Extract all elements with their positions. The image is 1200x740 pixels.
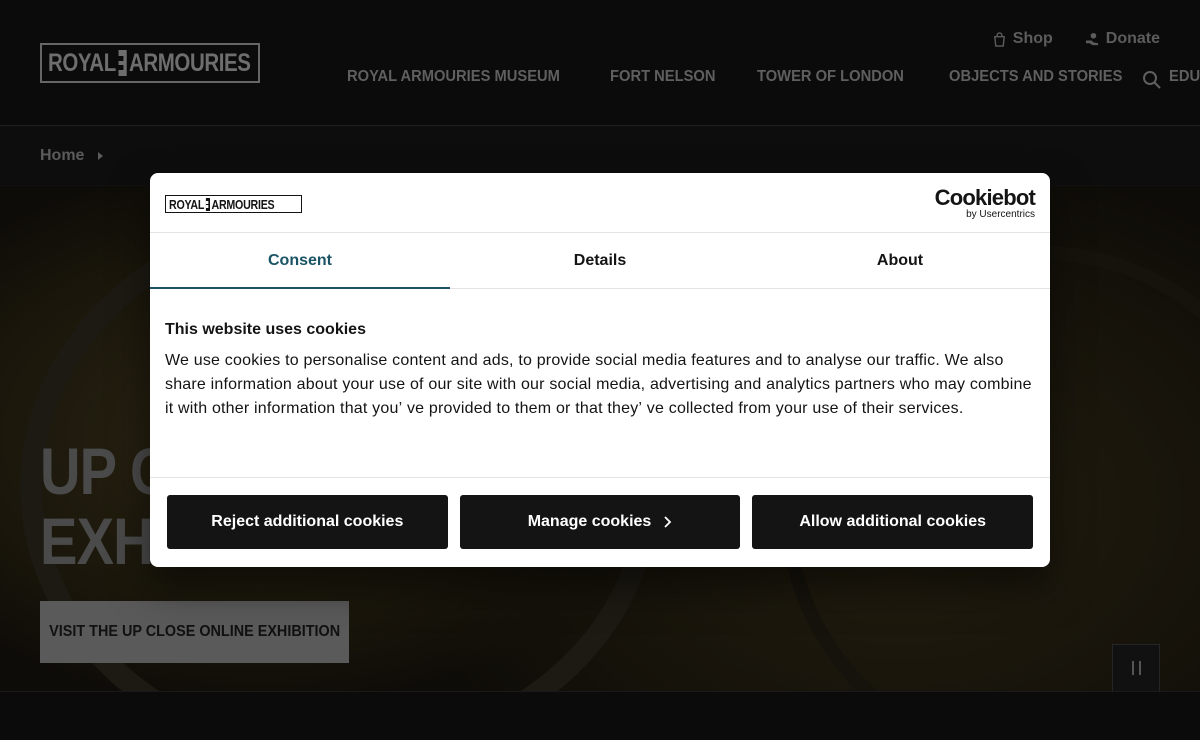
reject-cookies-button[interactable]: Reject additional cookies (167, 495, 448, 549)
site-header: ROYAL ARMOURIES Shop Donate ROYAL ARMOUR… (0, 0, 1200, 126)
donate-label: Donate (1105, 30, 1160, 47)
donate-hand-icon (1085, 32, 1098, 45)
cookiebot-logo[interactable]: Cookiebot by Usercentrics (934, 185, 1036, 221)
nav-item-tower-of-london[interactable]: TOWER OF LONDON (757, 68, 904, 86)
cookie-consent-dialog: ROYAL ARMOURIES Cookiebot by Usercentric… (150, 173, 1050, 567)
hero-cta-button[interactable]: VISIT THE UP CLOSE ONLINE EXHIBITION (40, 601, 349, 663)
dialog-logo-text-right: ARMOURIES (211, 196, 275, 212)
reject-cookies-label: Reject additional cookies (211, 513, 404, 530)
shop-link[interactable]: Shop (992, 30, 1053, 48)
dialog-logo-text-left: ROYAL (169, 196, 205, 212)
nav-item-royal-armouries-museum[interactable]: ROYAL ARMOURIES MUSEUM (347, 68, 560, 86)
pause-icon (1131, 661, 1134, 675)
cookiebot-brand-sub: by Usercentrics (966, 209, 1035, 220)
allow-cookies-label: Allow additional cookies (799, 513, 987, 530)
dialog-royal-armouries-logo: ROYAL ARMOURIES (165, 195, 302, 213)
utility-nav: Shop Donate (992, 30, 1160, 48)
logo-separator-icon (118, 50, 127, 76)
nav-item-education[interactable]: EDUCATION (1169, 68, 1200, 86)
page-footer-strip (0, 691, 1200, 740)
main-nav: ROYAL ARMOURIES MUSEUM FORT NELSON TOWER… (347, 68, 1200, 86)
tab-consent[interactable]: Consent (150, 233, 450, 289)
nav-item-fort-nelson[interactable]: FORT NELSON (610, 68, 715, 86)
cookiebot-brand: Cookiebot (934, 185, 1036, 210)
dialog-heading: This website uses cookies (165, 321, 366, 338)
carousel-pause-button[interactable] (1112, 644, 1160, 691)
logo-text-right: ARMOURIES (128, 48, 251, 77)
dialog-tabs: Consent Details About (150, 233, 1050, 289)
shop-label: Shop (1012, 30, 1053, 47)
breadcrumb-home[interactable]: Home (40, 147, 84, 165)
breadcrumb-caret-icon (98, 152, 104, 160)
hero-cta-label: VISIT THE UP CLOSE ONLINE EXHIBITION (49, 623, 340, 640)
tab-details[interactable]: Details (450, 233, 750, 288)
manage-cookies-button[interactable]: Manage cookies (459, 495, 741, 549)
shopping-bag-icon (993, 31, 1005, 47)
dialog-header: ROYAL ARMOURIES Cookiebot by Usercentric… (150, 173, 1050, 233)
tab-about[interactable]: About (750, 233, 1050, 288)
dialog-actions: Reject additional cookies Manage cookies… (150, 478, 1050, 549)
pause-icon (1138, 661, 1141, 675)
royal-armouries-logo[interactable]: ROYAL ARMOURIES (40, 43, 260, 83)
donate-link[interactable]: Donate (1085, 30, 1160, 48)
chevron-right-icon (664, 516, 672, 528)
dialog-body: This website uses cookies We use cookies… (150, 289, 1050, 478)
manage-cookies-label: Manage cookies (527, 513, 652, 530)
dialog-description: We use cookies to personalise content an… (165, 352, 1032, 417)
logo-text-left: ROYAL (48, 48, 116, 77)
nav-item-objects-and-stories[interactable]: OBJECTS AND STORIES (949, 68, 1122, 86)
search-icon[interactable] (1142, 70, 1162, 90)
allow-cookies-button[interactable]: Allow additional cookies (752, 495, 1034, 549)
dialog-logo-separator-icon (205, 197, 210, 211)
hero-title-line-2: EXH (40, 504, 154, 578)
